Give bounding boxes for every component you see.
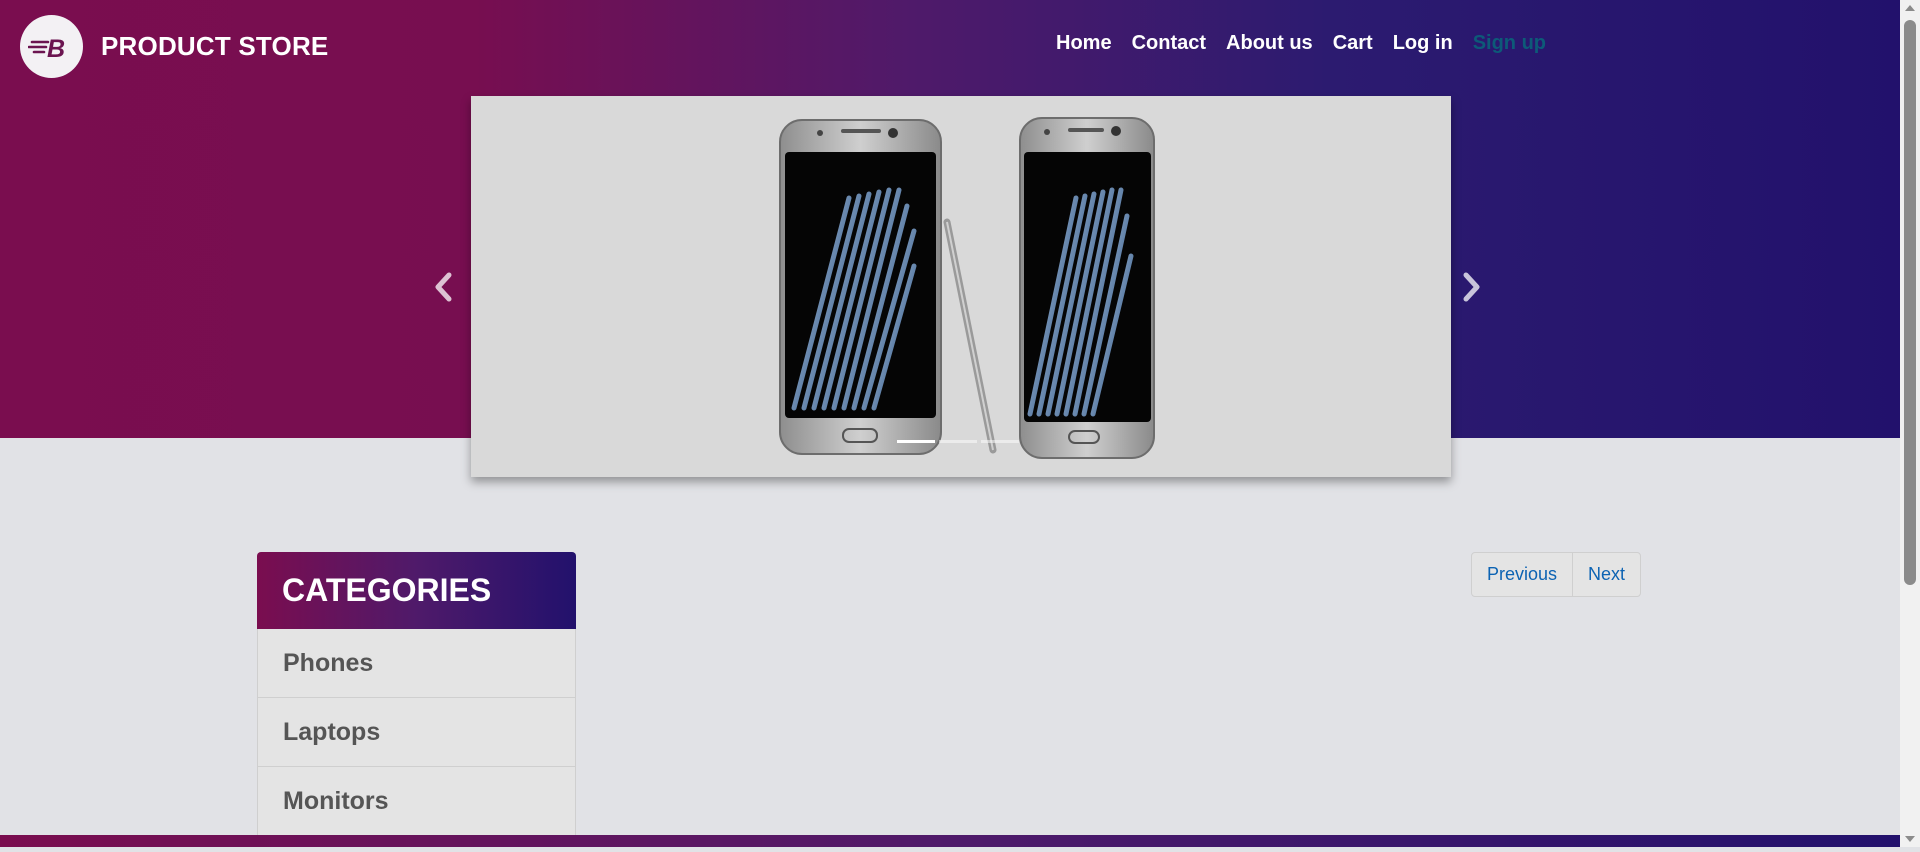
product-carousel[interactable] bbox=[471, 96, 1451, 477]
carousel-indicator-2[interactable] bbox=[939, 440, 977, 443]
brand[interactable]: B PRODUCT STORE bbox=[20, 15, 328, 78]
nav-cart[interactable]: Cart bbox=[1333, 32, 1373, 55]
nav-contact[interactable]: Contact bbox=[1132, 32, 1206, 55]
vertical-scrollbar[interactable] bbox=[1900, 0, 1920, 847]
nav-home[interactable]: Home bbox=[1056, 32, 1112, 55]
carousel-next-button[interactable] bbox=[1459, 268, 1485, 306]
previous-page-button[interactable]: Previous bbox=[1472, 553, 1572, 596]
categories-title[interactable]: CATEGORIES bbox=[257, 552, 576, 629]
carousel-indicator-3[interactable] bbox=[981, 440, 1019, 443]
carousel-slide-image bbox=[779, 117, 1155, 459]
chevron-right-icon bbox=[1463, 272, 1480, 302]
carousel-indicator-1[interactable] bbox=[897, 440, 935, 443]
category-laptops[interactable]: Laptops bbox=[257, 698, 576, 767]
scroll-down-arrow-icon[interactable] bbox=[1900, 830, 1920, 847]
nav-about-us[interactable]: About us bbox=[1226, 32, 1313, 55]
categories-list: CATEGORIES Phones Laptops Monitors bbox=[257, 552, 576, 836]
brand-name[interactable]: PRODUCT STORE bbox=[101, 31, 328, 62]
nav-sign-up[interactable]: Sign up bbox=[1473, 32, 1546, 55]
footer-strip bbox=[0, 835, 1900, 847]
carousel-prev-button[interactable] bbox=[430, 268, 456, 306]
scroll-up-arrow-icon[interactable] bbox=[1900, 0, 1920, 17]
next-page-button[interactable]: Next bbox=[1572, 553, 1640, 596]
pagination: Previous Next bbox=[1471, 552, 1642, 597]
svg-text:B: B bbox=[47, 35, 65, 62]
category-monitors[interactable]: Monitors bbox=[257, 767, 576, 836]
carousel-indicators bbox=[897, 440, 1019, 443]
chevron-left-icon bbox=[435, 272, 452, 302]
brand-logo-icon: B bbox=[20, 15, 83, 78]
nav-log-in[interactable]: Log in bbox=[1393, 32, 1453, 55]
category-phones[interactable]: Phones bbox=[257, 629, 576, 698]
top-nav: Home Contact About us Cart Log in Sign u… bbox=[1056, 32, 1566, 55]
scrollbar-thumb[interactable] bbox=[1904, 20, 1916, 585]
